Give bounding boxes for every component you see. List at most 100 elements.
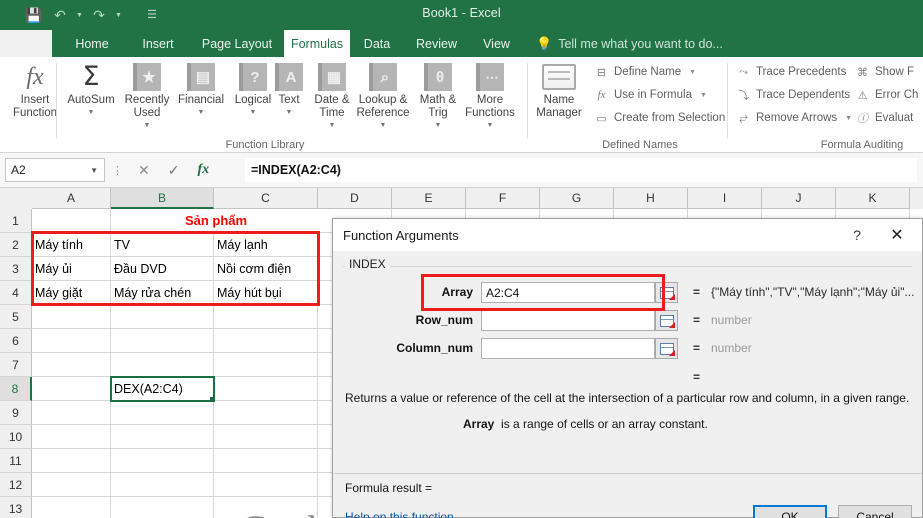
row-header-5[interactable]: 5 bbox=[0, 305, 32, 329]
chevron-down-icon[interactable]: ▼ bbox=[435, 119, 442, 132]
enter-check-icon[interactable]: ✓ bbox=[168, 162, 180, 179]
cell-a6[interactable] bbox=[32, 329, 111, 353]
cell-c6[interactable] bbox=[214, 329, 318, 353]
cell-c12[interactable] bbox=[214, 473, 318, 497]
evaluate-formula-button[interactable]: ⓘ Evaluat bbox=[855, 111, 913, 125]
fx-icon[interactable]: fx bbox=[197, 162, 209, 178]
math-and-trig-button[interactable]: θ Math & Trig ▼ bbox=[414, 60, 462, 132]
row-header-3[interactable]: 3 bbox=[0, 257, 32, 281]
cancel-button[interactable]: Cancel bbox=[838, 505, 912, 518]
cell-c9[interactable] bbox=[214, 401, 318, 425]
row-num-input[interactable] bbox=[481, 310, 655, 331]
question-mark-icon[interactable]: ? bbox=[844, 224, 870, 246]
tab-page-layout[interactable]: Page Layout bbox=[190, 30, 284, 57]
cell-a8[interactable] bbox=[32, 377, 111, 401]
row-header-11[interactable]: 11 bbox=[0, 449, 32, 473]
cell-b10[interactable] bbox=[111, 425, 214, 449]
cell-b12[interactable] bbox=[111, 473, 214, 497]
tab-home[interactable]: Home bbox=[58, 30, 126, 57]
define-name-button[interactable]: ⊟ Define Name ▼ bbox=[594, 65, 696, 79]
column-header-e[interactable]: E bbox=[392, 188, 466, 209]
cell-b11[interactable] bbox=[111, 449, 214, 473]
column-header-b[interactable]: B bbox=[111, 188, 214, 209]
column-header-i[interactable]: I bbox=[688, 188, 762, 209]
column-num-input[interactable] bbox=[481, 338, 655, 359]
tab-file[interactable]: File bbox=[0, 30, 52, 57]
error-checking-button[interactable]: ⚠ Error Ch bbox=[855, 88, 919, 102]
column-header-j[interactable]: J bbox=[762, 188, 836, 209]
recently-used-button[interactable]: ★ Recently Used ▼ bbox=[118, 60, 176, 132]
active-cell-b8[interactable]: DEX(A2:C4) bbox=[110, 376, 215, 402]
chevron-down-icon[interactable]: ▼ bbox=[700, 92, 707, 99]
close-x-icon[interactable]: ✕ bbox=[880, 224, 914, 246]
row-header-13[interactable]: 13 bbox=[0, 497, 32, 518]
trace-dependents-button[interactable]: ⤵ Trace Dependents bbox=[736, 88, 850, 102]
row-header-10[interactable]: 10 bbox=[0, 425, 32, 449]
cell-c5[interactable] bbox=[214, 305, 318, 329]
column-header-a[interactable]: A bbox=[32, 188, 111, 209]
cancel-x-icon[interactable]: ✕ bbox=[138, 162, 150, 179]
chevron-down-icon[interactable]: ▼ bbox=[88, 106, 95, 119]
trace-precedents-button[interactable]: ⤳ Trace Precedents bbox=[736, 65, 846, 79]
cell-a10[interactable] bbox=[32, 425, 111, 449]
cell-c4[interactable]: Máy hút bụi bbox=[214, 281, 318, 305]
cell-a3[interactable]: Máy ủi bbox=[32, 257, 111, 281]
cell-a7[interactable] bbox=[32, 353, 111, 377]
autosum-button[interactable]: Σ AutoSum ▼ bbox=[62, 60, 120, 119]
chevron-down-icon[interactable]: ▼ bbox=[329, 119, 336, 132]
cell-b4[interactable]: Máy rửa chén bbox=[111, 281, 214, 305]
chevron-down-icon[interactable]: ▼ bbox=[380, 119, 387, 132]
row-header-1[interactable]: 1 bbox=[0, 209, 32, 233]
create-from-selection-button[interactable]: ▭ Create from Selection bbox=[594, 111, 725, 125]
row-header-7[interactable]: 7 bbox=[0, 353, 32, 377]
row-header-2[interactable]: 2 bbox=[0, 233, 32, 257]
cell-b2[interactable]: TV bbox=[111, 233, 214, 257]
cell-b5[interactable] bbox=[111, 305, 214, 329]
cell-a1[interactable] bbox=[32, 209, 111, 233]
chevron-down-icon[interactable]: ▼ bbox=[845, 115, 852, 122]
financial-button[interactable]: ▤ Financial ▼ bbox=[172, 60, 230, 119]
column-header-k[interactable]: K bbox=[836, 188, 910, 209]
name-manager-button[interactable]: Name Manager bbox=[530, 60, 588, 120]
cell-c3[interactable]: Nồi cơm điện bbox=[214, 257, 318, 281]
cell-b3[interactable]: Đầu DVD bbox=[111, 257, 214, 281]
cell-a13[interactable] bbox=[32, 497, 111, 518]
cell-a9[interactable] bbox=[32, 401, 111, 425]
row-header-12[interactable]: 12 bbox=[0, 473, 32, 497]
cell-c2[interactable]: Máy lạnh bbox=[214, 233, 318, 257]
cell-c11[interactable] bbox=[214, 449, 318, 473]
cell-b13[interactable] bbox=[111, 497, 214, 518]
cell-c10[interactable] bbox=[214, 425, 318, 449]
chevron-down-icon[interactable]: ▼ bbox=[487, 119, 494, 132]
help-on-this-function-link[interactable]: Help on this function bbox=[345, 510, 454, 518]
cell-a12[interactable] bbox=[32, 473, 111, 497]
name-box[interactable]: A2 ▼ bbox=[5, 158, 105, 182]
use-in-formula-button[interactable]: fx Use in Formula ▼ bbox=[594, 88, 707, 102]
show-formulas-button[interactable]: ⌘ Show F bbox=[855, 65, 914, 79]
row-num-range-picker-icon[interactable] bbox=[655, 310, 678, 331]
tab-data[interactable]: Data bbox=[350, 30, 404, 57]
cell-b7[interactable] bbox=[111, 353, 214, 377]
cell-a4[interactable]: Máy giặt bbox=[32, 281, 111, 305]
ok-button[interactable]: OK bbox=[753, 505, 827, 518]
chevron-down-icon[interactable]: ▼ bbox=[689, 69, 696, 76]
remove-arrows-button[interactable]: ⥂ Remove Arrows ▼ bbox=[736, 111, 852, 125]
chevron-down-icon[interactable]: ▼ bbox=[144, 119, 151, 132]
tell-me-box[interactable]: 💡 Tell me what you want to do... bbox=[536, 30, 723, 57]
chevron-down-icon[interactable]: ▼ bbox=[286, 106, 293, 119]
row-header-4[interactable]: 4 bbox=[0, 281, 32, 305]
column-header-g[interactable]: G bbox=[540, 188, 614, 209]
date-and-time-button[interactable]: ▦ Date & Time ▼ bbox=[306, 60, 358, 132]
cell-b6[interactable] bbox=[111, 329, 214, 353]
column-header-f[interactable]: F bbox=[466, 188, 540, 209]
column-header-c[interactable]: C bbox=[214, 188, 318, 209]
formula-input[interactable]: =INDEX(A2:C4) bbox=[245, 158, 917, 182]
cell-b9[interactable] bbox=[111, 401, 214, 425]
chevron-down-icon[interactable]: ▼ bbox=[250, 106, 257, 119]
more-functions-button[interactable]: ⋯ More Functions ▼ bbox=[458, 60, 522, 132]
row-header-9[interactable]: 9 bbox=[0, 401, 32, 425]
row-header-6[interactable]: 6 bbox=[0, 329, 32, 353]
cell-b1-merged-title[interactable]: Sản phẩm bbox=[111, 209, 318, 233]
column-header-h[interactable]: H bbox=[614, 188, 688, 209]
cell-c13[interactable] bbox=[214, 497, 318, 518]
